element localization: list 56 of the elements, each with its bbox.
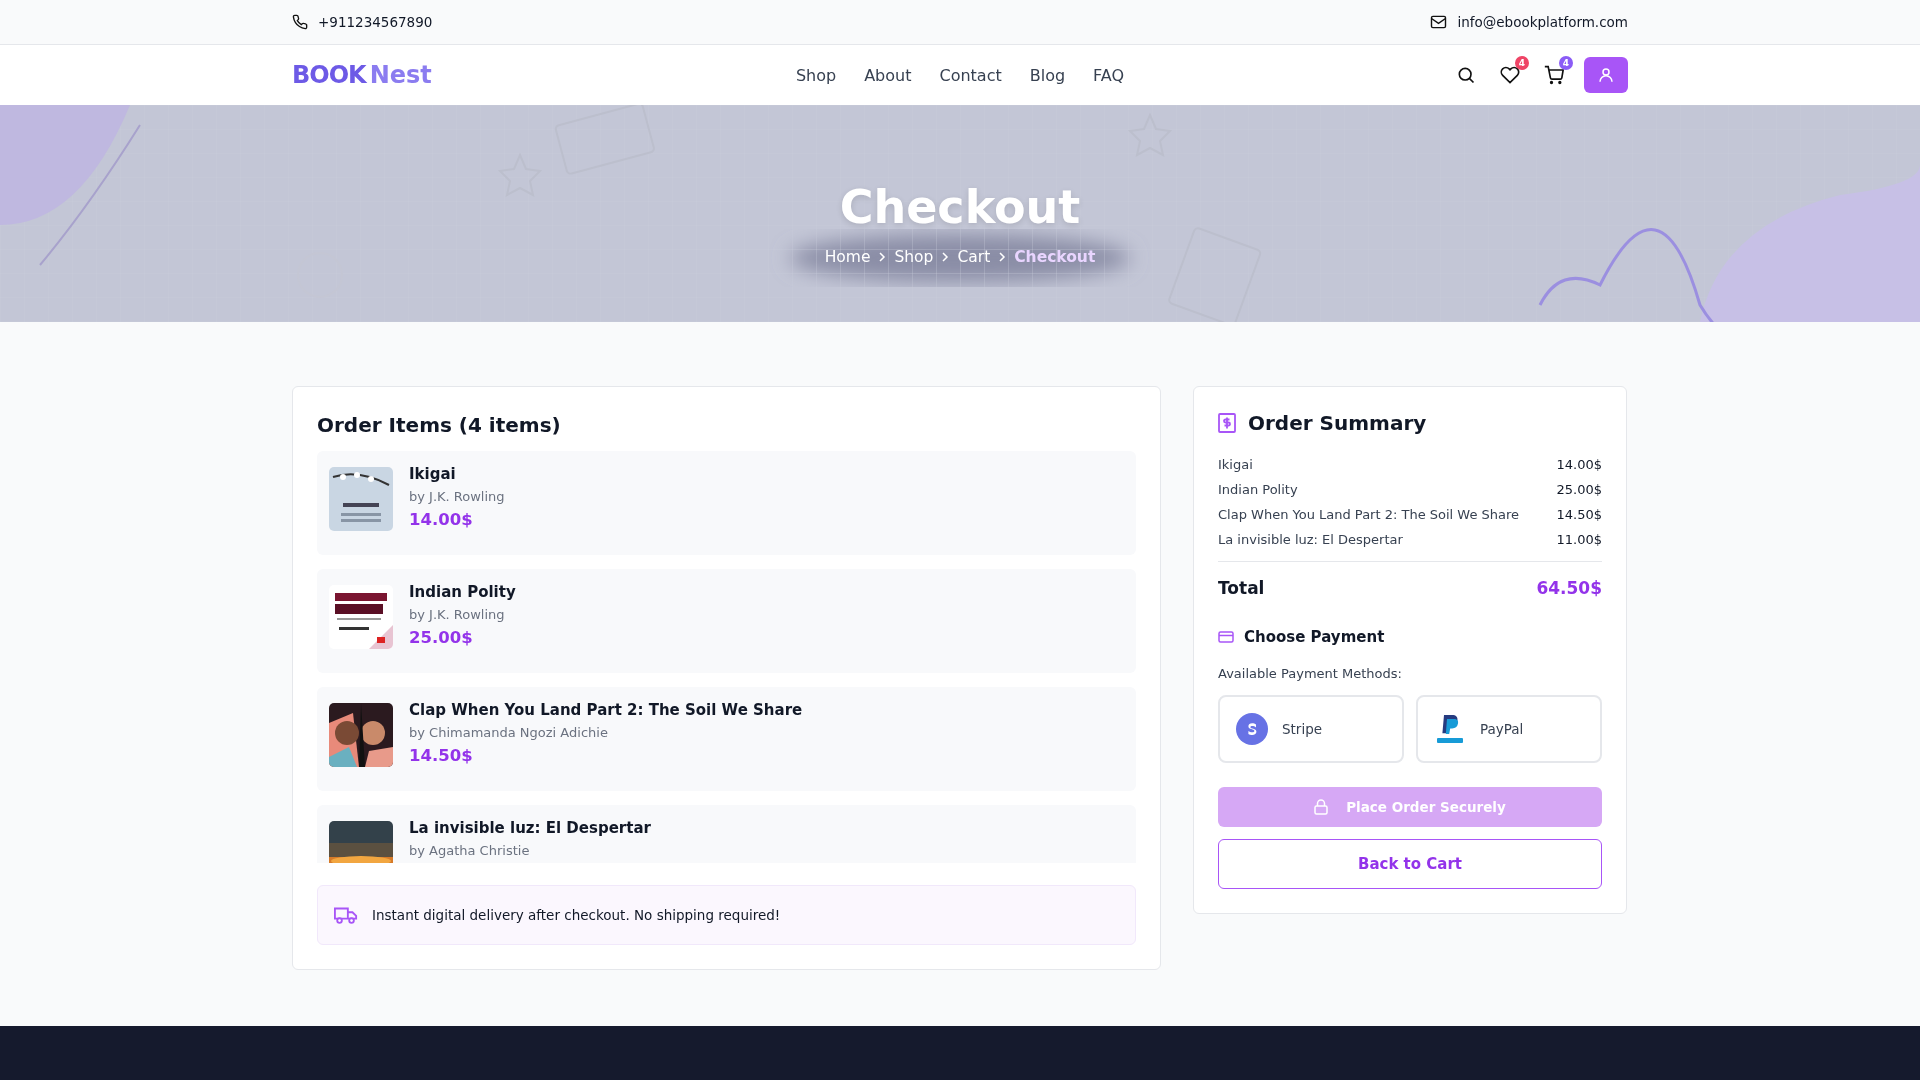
card-heading: Order Summary [1248,411,1427,435]
book-author: by J.K. Rowling [409,489,505,504]
chevron-icon [998,251,1007,262]
nav-link[interactable]: About [864,65,912,85]
line-item-name: Clap When You Land Part 2: The Soil We Share [1218,507,1520,522]
payment-method-option[interactable]: Stripe [1218,695,1404,763]
line-item-amount: 25.00$ [1556,482,1602,497]
chevron-icon [878,251,887,262]
cart-count-badge: 4 [1559,56,1573,70]
book-title: Ikigai [409,465,457,483]
notice-text: Instant digital delivery after checkout. No shipping required! [372,907,781,923]
truck-icon [334,905,358,925]
nav-link[interactable]: FAQ [1093,65,1125,85]
nav-link[interactable]: Shop [795,65,837,85]
receipt-icon [1218,413,1236,433]
credit-card-icon [1218,631,1234,643]
line-item-name: La invisible luz: El Despertar [1218,532,1403,547]
methods-label: Available Payment Methods: [1218,666,1403,681]
cart-icon[interactable] [1544,65,1564,85]
email-address: info@ebookplatform.com [1457,14,1628,30]
user-icon [1597,66,1615,84]
line-item-amount: 14.00$ [1556,457,1602,472]
account-button[interactable] [1584,57,1628,93]
book-title: Clap When You Land Part 2: The Soil We Share [409,701,803,719]
total-label: Total [1218,578,1265,598]
logo[interactable]: BOOK Nest [292,61,652,89]
line-item-name: Ikigai [1218,457,1253,472]
search-icon[interactable] [1456,65,1476,85]
book-author: by Chimamanda Ngozi Adichie [409,725,609,740]
page-title: Checkout [839,179,1081,234]
stripe-logo-icon [1236,713,1268,745]
wishlist-count-badge: 4 [1515,56,1529,70]
nav-link[interactable]: Blog [1029,65,1066,85]
back-to-cart-button[interactable]: Back to Cart [1218,839,1602,889]
heart-icon[interactable] [1500,65,1520,85]
payment-method-option[interactable]: PayPal [1416,695,1602,763]
paypal-logo-icon [1434,713,1466,745]
phone-number: +911234567890 [318,14,433,30]
card-heading: Order Items (4 items) [317,413,562,437]
book-price: 14.50$ [409,746,474,765]
nav-link[interactable]: Contact [939,65,1002,85]
total-amount: 64.50$ [1536,578,1602,598]
book-title: Indian Polity [409,583,516,601]
book-title: La invisible luz: El Despertar [409,819,651,837]
book-author: by J.K. Rowling [409,607,506,622]
chevron-icon [941,251,950,262]
book-price: 14.00$ [409,510,474,529]
lock-icon [1314,799,1329,815]
line-item-amount: 14.50$ [1556,507,1602,522]
book-author: by Agatha Christie [409,843,531,858]
mail-icon [1430,15,1448,29]
line-item-amount: 11.00$ [1556,532,1602,547]
book-price: 25.00$ [409,628,474,647]
section-heading: Choose Payment [1244,628,1385,646]
phone-icon [292,14,308,30]
line-item-name: Indian Polity [1218,482,1298,497]
